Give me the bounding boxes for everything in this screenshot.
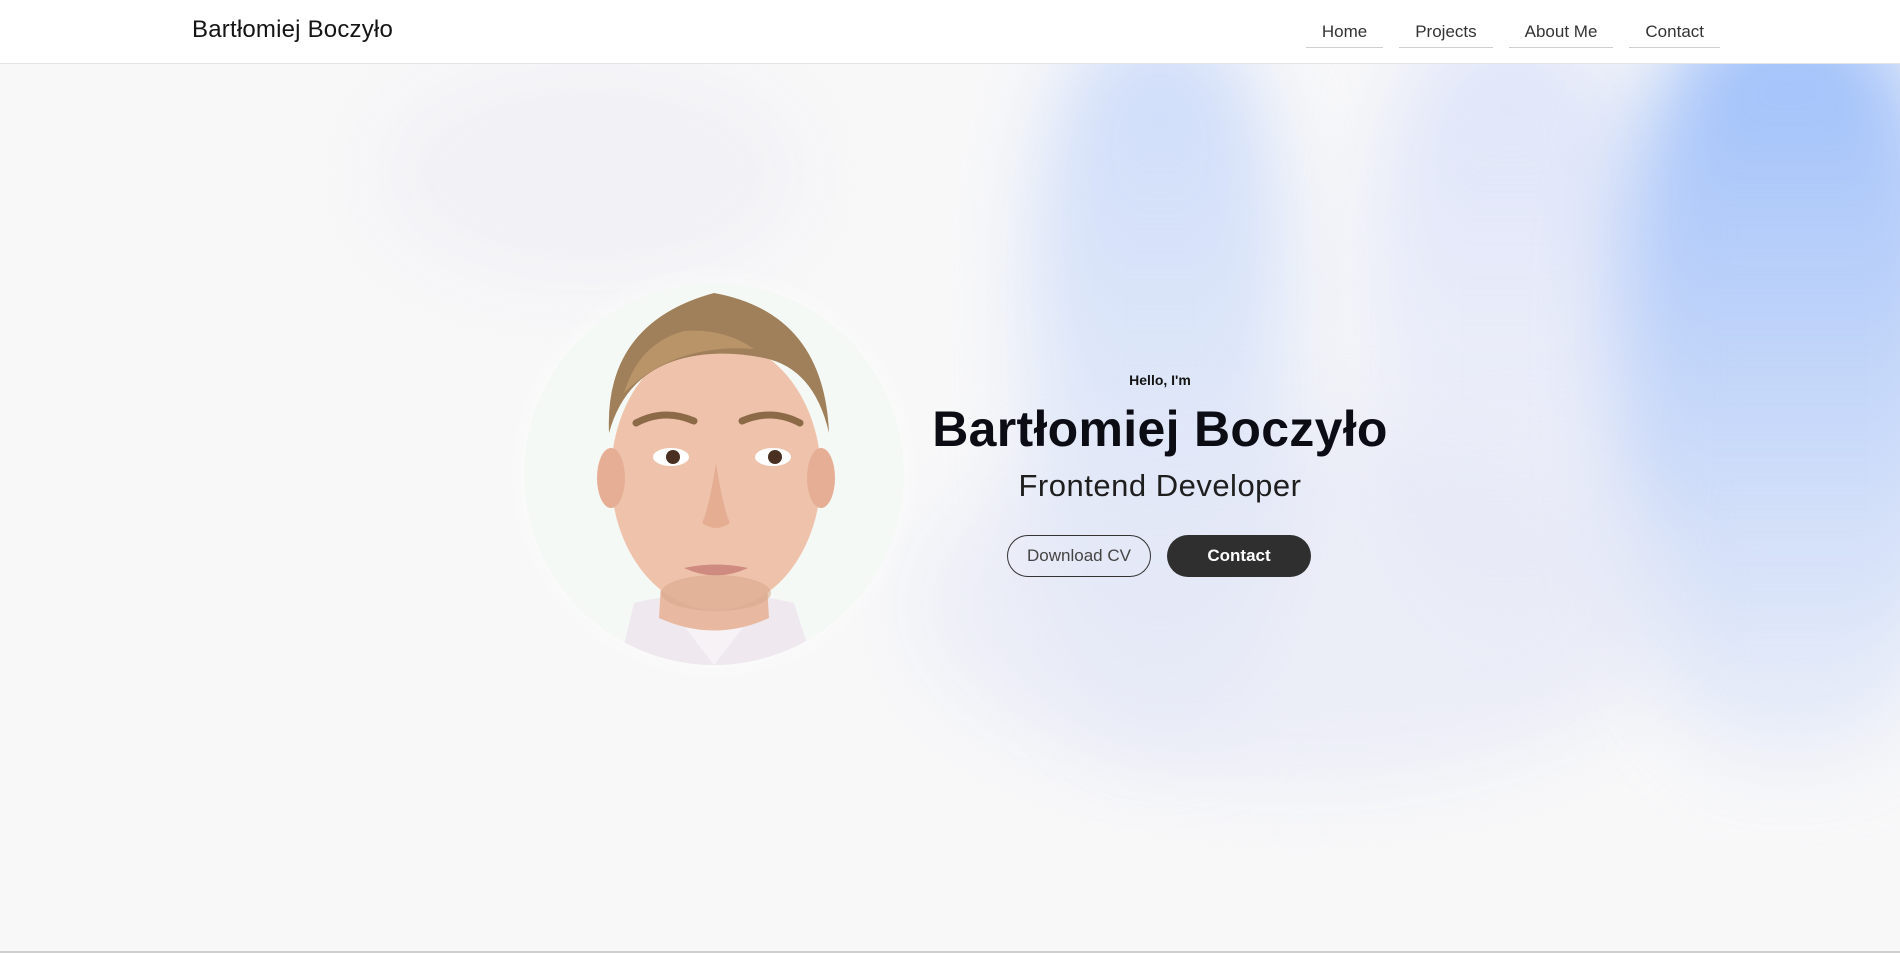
contact-button[interactable]: Contact xyxy=(1167,535,1311,577)
nav-about-me[interactable]: About Me xyxy=(1508,20,1614,48)
hero-intro: Hello, I'm Bartłomiej Boczyło Frontend D… xyxy=(900,372,1420,504)
site-header: Bartłomiej Boczyło Home Projects About M… xyxy=(0,0,1900,64)
nav-contact[interactable]: Contact xyxy=(1629,20,1720,48)
hero-section: Hello, I'm Bartłomiej Boczyło Frontend D… xyxy=(0,64,1900,952)
background-glow xyxy=(1620,64,1900,764)
greeting-text: Hello, I'm xyxy=(1129,372,1191,388)
download-cv-button[interactable]: Download CV xyxy=(1007,535,1151,577)
profile-photo xyxy=(524,283,904,665)
hero-buttons: Download CV Contact xyxy=(1007,535,1311,577)
hero-role: Frontend Developer xyxy=(1018,468,1302,503)
nav-projects[interactable]: Projects xyxy=(1399,20,1493,48)
background-glow xyxy=(380,64,800,284)
main-nav: Home Projects About Me Contact xyxy=(1305,20,1720,48)
nav-home[interactable]: Home xyxy=(1305,20,1384,48)
hero-name: Bartłomiej Boczyło xyxy=(932,401,1388,457)
brand-name[interactable]: Bartłomiej Boczyło xyxy=(192,16,393,44)
portrait-illustration xyxy=(524,283,904,665)
